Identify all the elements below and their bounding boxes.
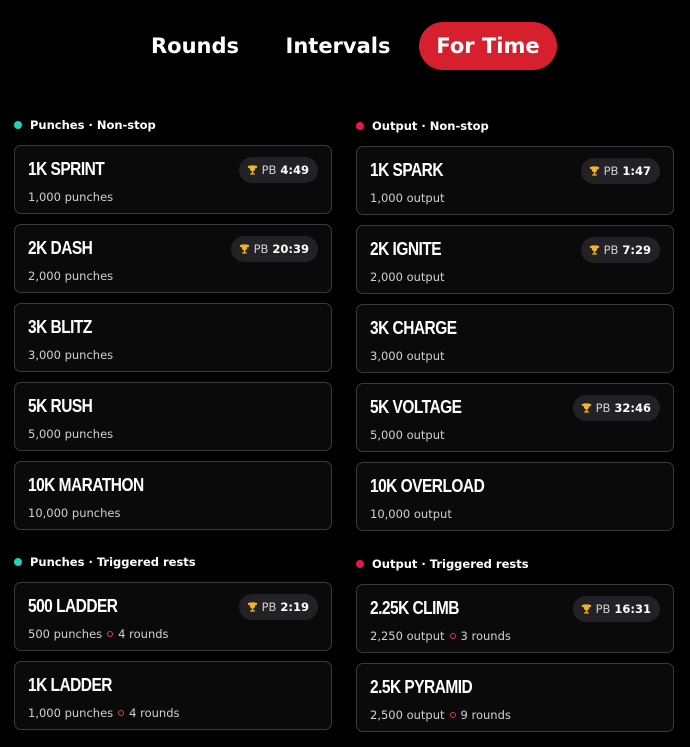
mode-tabs: Rounds Intervals For Time [0,22,690,70]
pb-badge: PB 4:49 [238,157,318,183]
workout-card-500-ladder[interactable]: 500 LADDER 500 punches 4 rounds PB 2:19 [14,582,332,651]
trophy-icon [589,165,599,176]
section-title-punches-triggered: Punches · Triggered rests [14,553,196,571]
workout-card-2.25k-climb[interactable]: 2.25K CLIMB 2,250 output 3 rounds PB 16:31 [356,584,674,653]
separator-dot-icon [118,709,125,716]
workout-target: 1,000 punches [28,190,114,204]
punches-dot-icon [14,557,22,566]
pb-badge: PB 7:29 [580,237,660,263]
workout-target: 3,000 punches [28,348,114,362]
workout-target: 5,000 output [370,428,445,442]
workout-target: 500 punches 4 rounds [28,627,169,641]
workout-name: 500 LADDER [28,596,118,616]
trophy-icon [239,243,249,254]
workout-name: 1K SPRINT [28,159,105,179]
tab-for-time[interactable]: For Time [419,22,557,70]
workout-target: 2,000 output [370,270,445,284]
workout-name: 3K CHARGE [370,318,457,338]
workout-name: 10K MARATHON [28,475,144,495]
workout-name: 1K LADDER [28,675,112,695]
workout-card-5k-rush[interactable]: 5K RUSH 5,000 punches [14,382,332,451]
workout-name: 2K IGNITE [370,239,442,259]
tab-intervals[interactable]: Intervals [278,22,398,70]
trophy-icon [581,603,591,614]
workout-card-2k-dash[interactable]: 2K DASH 2,000 punches PB 20:39 [14,224,332,293]
section-title-output-nonstop: Output · Non-stop [356,117,489,135]
workout-name: 2K DASH [28,238,93,258]
trophy-icon [581,402,591,413]
workout-target: 3,000 output [370,349,445,363]
pb-badge: PB 1:47 [580,158,660,184]
pb-badge: PB 20:39 [230,236,318,262]
separator-dot-icon [449,711,456,718]
pb-badge: PB 2:19 [238,594,318,620]
tab-rounds[interactable]: Rounds [140,22,250,70]
workout-card-1k-spark[interactable]: 1K SPARK 1,000 output PB 1:47 [356,146,674,215]
pb-badge: PB 32:46 [572,395,660,421]
workout-card-2.5k-pyramid[interactable]: 2.5K PYRAMID 2,500 output 9 rounds [356,663,674,732]
workout-card-3k-charge[interactable]: 3K CHARGE 3,000 output [356,304,674,373]
section-title-punches-nonstop: Punches · Non-stop [14,116,156,134]
separator-dot-icon [107,630,114,637]
workout-target: 1,000 punches 4 rounds [28,706,180,720]
workout-name: 1K SPARK [370,160,444,180]
output-dot-icon [356,121,364,130]
punches-dot-icon [14,120,22,129]
trophy-icon [247,601,257,612]
workout-target: 5,000 punches [28,427,114,441]
workout-name: 5K RUSH [28,396,93,416]
separator-dot-icon [449,632,456,639]
pb-badge: PB 16:31 [572,596,660,622]
workout-target: 2,000 punches [28,269,114,283]
workout-card-5k-voltage[interactable]: 5K VOLTAGE 5,000 output PB 32:46 [356,383,674,452]
workout-target: 10,000 output [370,507,452,521]
workout-name: 10K OVERLOAD [370,476,485,496]
workout-target: 2,500 output 9 rounds [370,708,511,722]
workout-target: 10,000 punches [28,506,121,520]
workout-card-10k-marathon[interactable]: 10K MARATHON 10,000 punches [14,461,332,530]
workout-name: 5K VOLTAGE [370,397,462,417]
workout-card-1k-ladder[interactable]: 1K LADDER 1,000 punches 4 rounds [14,661,332,730]
workout-card-10k-overload[interactable]: 10K OVERLOAD 10,000 output [356,462,674,531]
workout-card-3k-blitz[interactable]: 3K BLITZ 3,000 punches [14,303,332,372]
workout-name: 2.25K CLIMB [370,598,459,618]
trophy-icon [589,244,599,255]
workout-target: 1,000 output [370,191,445,205]
workout-name: 2.5K PYRAMID [370,677,473,697]
section-title-output-triggered: Output · Triggered rests [356,555,529,573]
workout-card-1k-sprint[interactable]: 1K SPRINT 1,000 punches PB 4:49 [14,145,332,214]
output-dot-icon [356,559,364,568]
workout-target: 2,250 output 3 rounds [370,629,511,643]
workout-name: 3K BLITZ [28,317,92,337]
workout-card-2k-ignite[interactable]: 2K IGNITE 2,000 output PB 7:29 [356,225,674,294]
trophy-icon [247,164,257,175]
